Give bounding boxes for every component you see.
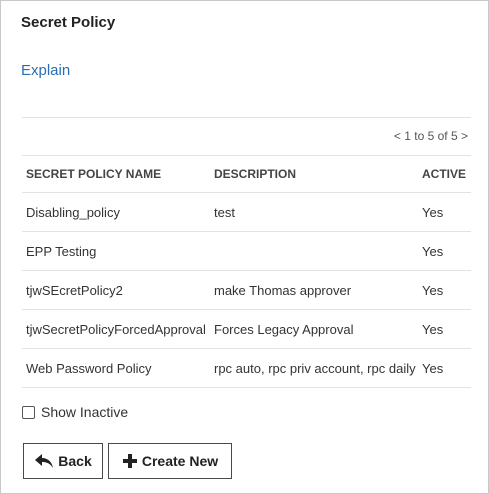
- page-title: Secret Policy: [21, 14, 116, 31]
- back-button[interactable]: Back: [23, 443, 103, 479]
- secret-policy-table: SECRET POLICY NAME DESCRIPTION ACTIVE Di…: [22, 155, 471, 388]
- table-row[interactable]: Disabling_policy test Yes: [22, 192, 471, 232]
- policy-name-cell[interactable]: EPP Testing: [22, 231, 210, 271]
- pager-prev-button[interactable]: <: [394, 129, 401, 143]
- table-row[interactable]: Web Password Policy rpc auto, rpc priv a…: [22, 348, 471, 388]
- policy-name-cell[interactable]: Web Password Policy: [22, 348, 210, 388]
- column-header-name[interactable]: SECRET POLICY NAME: [22, 155, 210, 193]
- policy-active-cell: Yes: [418, 231, 471, 271]
- policy-active-cell: Yes: [418, 192, 471, 232]
- secret-policy-panel: Secret Policy Explain < 1 to 5 of 5 > SE…: [0, 0, 489, 494]
- pager-range: 1 to 5 of 5: [404, 129, 458, 143]
- pager-next-button[interactable]: >: [461, 129, 468, 143]
- policy-name-cell[interactable]: tjwSecretPolicyForcedApproval: [22, 309, 210, 349]
- show-inactive-checkbox[interactable]: [22, 405, 35, 419]
- table-row[interactable]: tjwSEcretPolicy2 make Thomas approver Ye…: [22, 270, 471, 310]
- column-header-active[interactable]: ACTIVE: [418, 155, 471, 193]
- table-row[interactable]: EPP Testing Yes: [22, 231, 471, 271]
- reply-arrow-icon: [35, 454, 54, 468]
- policy-active-cell: Yes: [418, 348, 471, 388]
- policy-name-cell[interactable]: tjwSEcretPolicy2: [22, 270, 210, 310]
- policy-name-cell[interactable]: Disabling_policy: [22, 192, 210, 232]
- policy-description-cell: test: [210, 192, 418, 232]
- column-header-description[interactable]: DESCRIPTION: [210, 155, 418, 193]
- policy-active-cell: Yes: [418, 270, 471, 310]
- show-inactive-toggle[interactable]: Show Inactive: [22, 404, 128, 420]
- show-inactive-label: Show Inactive: [41, 404, 129, 420]
- policy-description-cell: [210, 231, 418, 271]
- divider: [22, 117, 471, 118]
- pager: < 1 to 5 of 5 >: [394, 129, 468, 143]
- create-new-button-label: Create New: [141, 453, 219, 469]
- explain-link[interactable]: Explain: [21, 62, 70, 79]
- policy-description-cell: rpc auto, rpc priv account, rpc daily: [210, 348, 418, 388]
- plus-icon: [122, 454, 137, 468]
- table-row[interactable]: tjwSecretPolicyForcedApproval Forces Leg…: [22, 309, 471, 349]
- policy-description-cell: make Thomas approver: [210, 270, 418, 310]
- policy-description-cell: Forces Legacy Approval: [210, 309, 418, 349]
- back-button-label: Back: [58, 453, 92, 469]
- table-header-row: SECRET POLICY NAME DESCRIPTION ACTIVE: [22, 155, 471, 193]
- create-new-button[interactable]: Create New: [108, 443, 232, 479]
- policy-active-cell: Yes: [418, 309, 471, 349]
